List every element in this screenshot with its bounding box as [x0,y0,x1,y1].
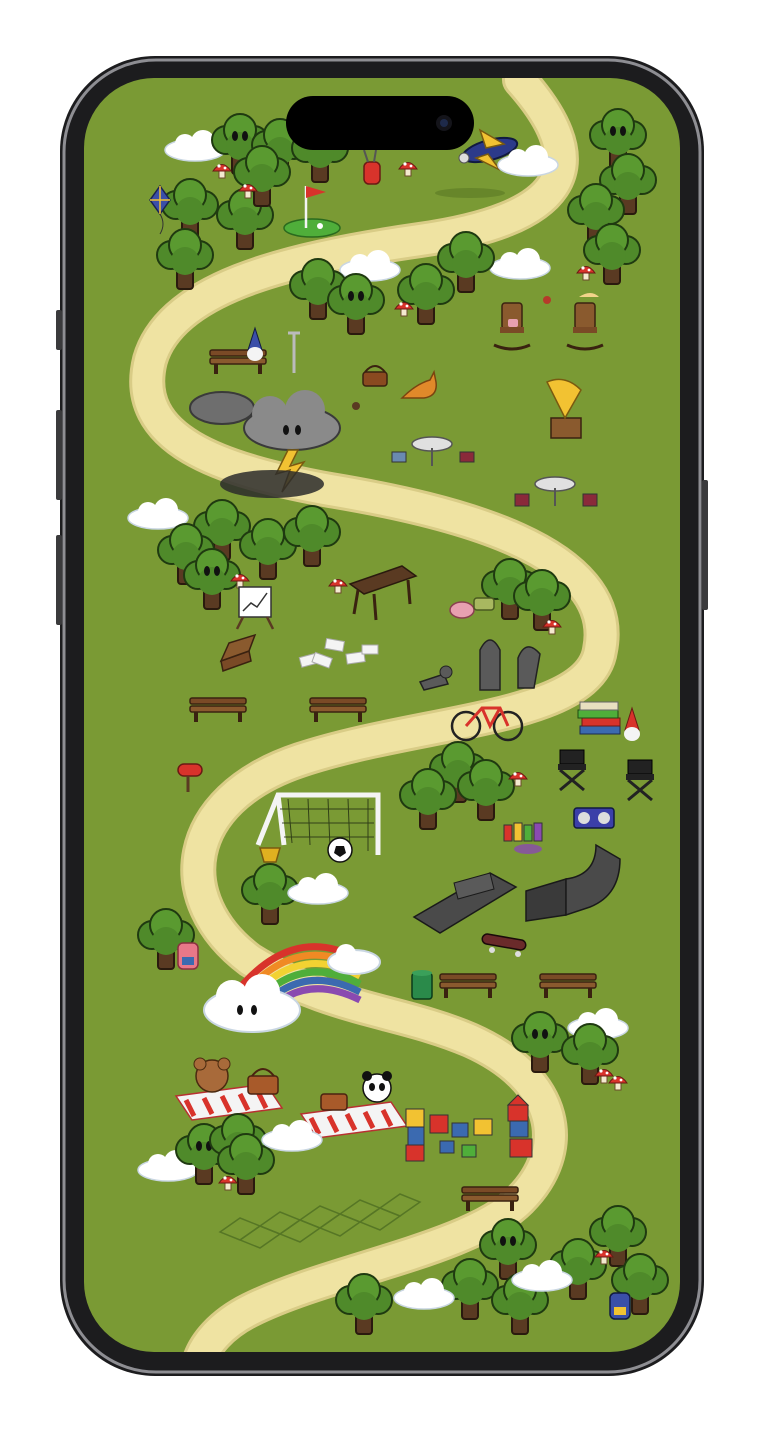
volume-down-button [56,535,62,625]
yarn-ball-icon [543,296,551,304]
mute-switch [56,310,62,350]
books-icon [577,701,621,735]
phone-svg [56,56,708,1376]
yarn-ball-icon [352,402,360,410]
backpack-icon [609,1292,631,1320]
plane-shadow [435,188,505,198]
fruit-basket-icon [473,597,495,611]
boombox-icon [573,807,615,829]
piggy-bank-icon [449,601,475,619]
volume-up-button [56,410,62,500]
game-screen [84,78,680,1352]
camera-lens-icon [440,119,448,127]
power-button [702,480,708,610]
phone-mockup [0,0,763,1439]
backpack-icon [177,942,199,970]
soccer-ball-icon [327,837,353,863]
trash-can-icon [411,970,433,1000]
